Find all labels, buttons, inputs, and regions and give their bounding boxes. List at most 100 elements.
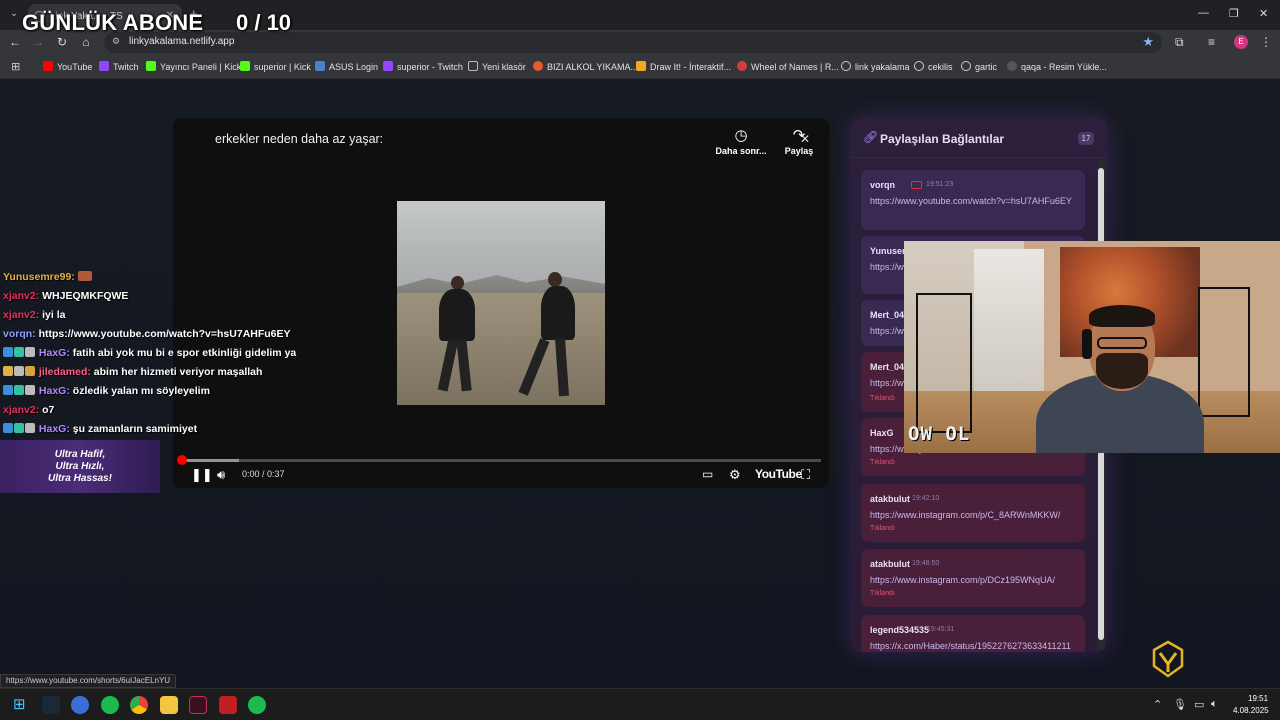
link-count-badge: 17 [1078,132,1094,145]
webcam-label: OW OL [908,423,971,445]
profile-avatar[interactable]: E [1234,35,1248,49]
pause-icon[interactable]: ❚❚ [191,467,213,483]
record-app-icon[interactable] [219,696,237,714]
clock-time[interactable]: 19:51 [1248,694,1268,703]
chat-message: jiledamed: abim her hizmeti veriyor maşa… [3,366,262,378]
bookmark-wheel-of-names[interactable]: Wheel of Names | R... [737,61,839,72]
link-card[interactable]: vorqn 19:51:23 https://www.youtube.com/w… [861,170,1085,230]
share-arrow-icon: ↷ [792,127,806,144]
video-frame[interactable] [397,201,605,405]
share-button[interactable]: ↷ Paylaş [771,126,827,156]
minimize-icon[interactable]: — [1198,7,1209,19]
back-icon[interactable]: ← [7,35,23,49]
bookmark-alkol[interactable]: BIZI ALKOL YIKAMA... [533,61,638,72]
progress-bar[interactable] [181,459,821,462]
microphone-icon[interactable]: 🎙︎ [1173,698,1187,711]
settings-gear-icon[interactable]: ⚙ [729,467,741,483]
media-control-icon[interactable]: ≡ [1208,35,1215,49]
sub-badge-icon [3,347,13,357]
bookmark-draw-it[interactable]: Draw It! - İnteraktif... [636,61,731,72]
clicked-label: Tıklandı [870,590,895,597]
steam-icon[interactable] [42,696,60,714]
clicked-label: Tıklandı [870,525,895,532]
display-icon[interactable]: ▭ [1194,698,1204,711]
bookmark-superior-kick[interactable]: superior | Kick [240,61,311,72]
app-orb-icon[interactable] [71,696,89,714]
scrubber-handle[interactable] [177,455,187,465]
mod-badge-icon [14,366,24,376]
draw-it-icon [636,61,646,71]
windows-start-icon[interactable]: ⊞ [13,696,31,714]
gift-badge-icon [14,347,24,357]
fullscreen-icon[interactable]: ⛶ [801,467,810,483]
file-explorer-icon[interactable] [160,696,178,714]
watch-later-button[interactable]: ◷ Daha sonr... [713,126,769,156]
clock-date[interactable]: 4.08.2025 [1233,706,1269,715]
home-icon[interactable]: ⌂ [78,35,94,49]
panel-header: 🔗︎ Paylaşılan Bağlantılar 17 [851,118,1107,158]
bookmark-gartic[interactable]: gartic [961,61,997,72]
bookmark-asus-login[interactable]: ASUS Login [315,61,378,72]
chrome-icon[interactable] [130,696,148,714]
spotify-icon[interactable] [248,696,266,714]
video-time: 0:00 / 0:37 [242,469,285,479]
qaqa-icon [1007,61,1017,71]
taskbar: ⊞ ⌃ 🎙︎ ▭ 🔈︎ 19:51 4.08.2025 [0,688,1280,720]
window-close-icon[interactable]: ✕ [1259,7,1268,20]
chat-message: vorqn: https://www.youtube.com/watch?v=h… [3,328,291,340]
restore-icon[interactable]: ❐ [1229,7,1239,20]
mod-badge-icon [25,385,35,395]
apps-grid-icon[interactable]: ⊞ [11,60,20,73]
mod-badge-icon [25,423,35,433]
youtube-badge-icon [911,181,922,189]
asus-icon [315,61,325,71]
streamer-beard [1096,353,1148,389]
menu-dots-icon[interactable]: ⋮ [1260,35,1272,49]
bookmark-new-folder[interactable]: Yeni klasör [468,61,526,72]
captions-icon[interactable]: ▭ [702,467,713,481]
bookmark-star-icon[interactable]: ★ [1142,34,1154,50]
volume-icon[interactable]: 🔊︎ [217,467,225,483]
app-icon[interactable] [189,696,207,714]
tab-search-icon[interactable]: ⌄ [6,6,22,22]
webcam-shelf-left [916,293,972,433]
link-card[interactable]: legend534535 19:45:31 https://x.com/Habe… [861,615,1085,652]
crown-badge-icon [3,366,13,376]
bookmark-youtube[interactable]: YouTube [43,61,92,72]
link-card[interactable]: atakbulut 19:48:50 https://www.instagram… [861,549,1085,607]
buffered-bar [181,459,239,462]
streamer-headset [1082,329,1092,359]
volume-tray-icon[interactable]: 🔈︎ [1211,698,1218,711]
kick-icon [146,61,156,71]
clicked-label: Tıklandı [870,459,895,466]
youtube-player[interactable]: erkekler neden daha az yaşar: ◷ Daha son… [173,118,829,488]
link-url[interactable]: https://www.instagram.com/p/DCz195WNqUA/ [870,574,1078,587]
daily-sub-counter: 0 / 10 [236,10,292,35]
close-icon[interactable]: ✕ [800,132,810,146]
link-hover-status: https://www.youtube.com/shorts/6uIJacELn… [0,674,177,688]
bookmark-qaqa[interactable]: qaqa - Resim Yükle... [1007,61,1107,72]
reload-icon[interactable]: ↻ [54,35,70,49]
link-card[interactable]: atakbulut 19:42:10 https://www.instagram… [861,484,1085,542]
emote-icon [77,271,92,281]
webcam-shelf-right [1198,287,1250,417]
bookmark-kick-panel[interactable]: Yayıncı Paneli | Kick [146,61,241,72]
site-info-icon[interactable]: ⚙ [112,36,120,47]
extensions-icon[interactable]: ⧉ [1175,35,1184,50]
link-url[interactable]: https://x.com/Haber/status/1952276273633… [870,640,1078,652]
bookmark-link-yakalama[interactable]: link yakalama [841,61,910,72]
chat-message: HaxG: fatih abi yok mu bi e spor etkinli… [3,347,296,359]
tray-overflow-icon[interactable]: ⌃ [1153,698,1162,711]
daily-sub-title: GÜNLÜK ABONE [22,10,204,35]
link-url[interactable]: https://www.instagram.com/p/C_8ARWnMKKW/ [870,509,1078,522]
bookmark-cekilis[interactable]: cekilis [914,61,953,72]
spotify-icon[interactable] [101,696,119,714]
clicked-label: Tıklandı [870,395,895,402]
link-url[interactable]: https://www.youtube.com/watch?v=hsU7AHFu… [870,195,1078,208]
youtube-icon [43,61,53,71]
bookmark-twitch[interactable]: Twitch [99,61,139,72]
forward-icon[interactable]: → [30,35,46,49]
bookmark-superior-twitch[interactable]: superior - Twitch [383,61,463,72]
youtube-logo[interactable]: YouTube [755,467,802,481]
video-title[interactable]: erkekler neden daha az yaşar: [215,132,383,146]
